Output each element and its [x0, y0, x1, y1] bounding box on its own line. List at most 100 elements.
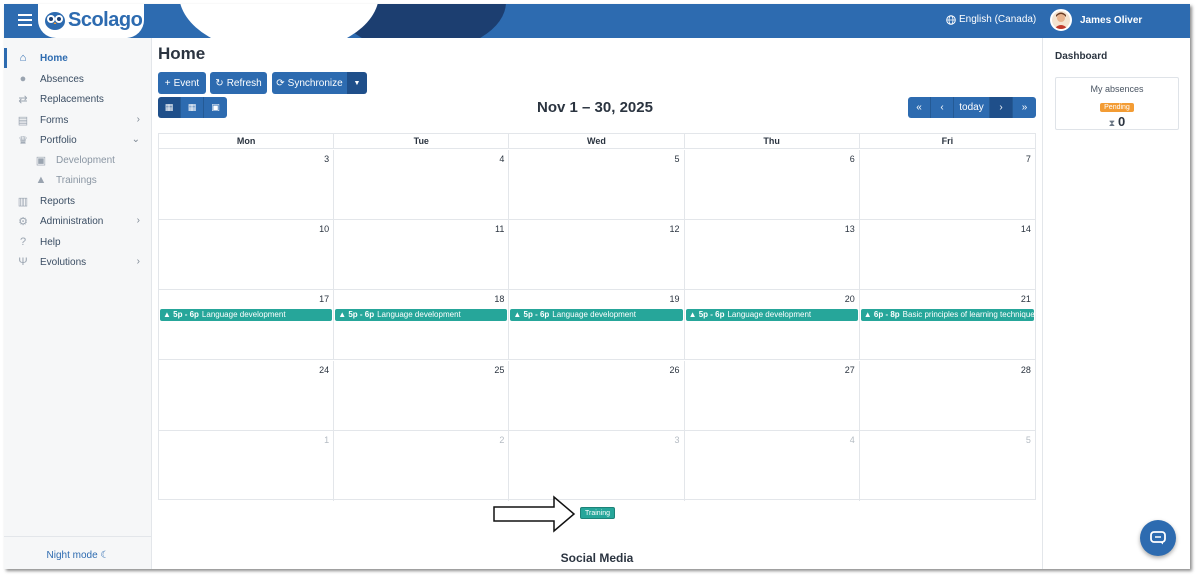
calendar-event[interactable]: ▲ 6p - 8p Basic principles of learning te…: [860, 309, 1034, 322]
calendar-day-cell[interactable]: 12: [509, 220, 685, 291]
day-number[interactable]: 10: [319, 224, 329, 234]
calendar-day-cell[interactable]: 5: [860, 431, 1035, 501]
day-number[interactable]: 5: [675, 154, 680, 164]
day-number[interactable]: 26: [670, 365, 680, 375]
day-number[interactable]: 2: [499, 435, 504, 445]
add-event-button[interactable]: + Event: [158, 72, 206, 94]
day-number[interactable]: 17: [319, 294, 329, 304]
day-number[interactable]: 20: [845, 294, 855, 304]
day-number[interactable]: 18: [494, 294, 504, 304]
calendar-day-cell[interactable]: 19 ▲ 5p - 6p Language development: [509, 290, 685, 361]
sidebar-item-label: Portfolio: [40, 134, 77, 146]
today-button[interactable]: today: [954, 97, 990, 118]
calendar-day-cell[interactable]: 2: [334, 430, 510, 501]
chevron-right-icon: ›: [136, 114, 140, 125]
calendar-day-cell[interactable]: 27: [685, 360, 860, 431]
calendar-day-cell[interactable]: 4: [334, 150, 510, 220]
day-view-button[interactable]: ▣: [204, 97, 227, 118]
day-number[interactable]: 21: [1021, 294, 1031, 304]
calendar-day-cell[interactable]: 17 ▲ 5p - 6p Language development: [159, 290, 335, 361]
graduation-cap-icon: ▲: [163, 310, 174, 320]
sidebar-item-absences[interactable]: ● Absences: [4, 69, 152, 89]
sidebar-item-administration[interactable]: ⚙ Administration ›: [4, 211, 152, 231]
day-number[interactable]: 3: [324, 154, 329, 164]
calendar-event[interactable]: ▲ 5p - 6p Language development: [160, 309, 333, 322]
previous-year-button[interactable]: «: [908, 97, 931, 118]
menu-icon[interactable]: [18, 14, 32, 26]
month-view-button[interactable]: ▦: [158, 97, 181, 118]
day-number[interactable]: 3: [675, 435, 680, 445]
chevron-left-icon: ‹: [940, 102, 944, 113]
language-selector[interactable]: English (Canada): [946, 14, 1036, 25]
calendar-day-cell[interactable]: 4: [685, 430, 860, 501]
chat-button[interactable]: [1140, 520, 1176, 556]
development-icon: ▣: [35, 154, 47, 167]
chevron-right-icon: ›: [136, 256, 140, 267]
calendar-day-cell[interactable]: 13: [685, 220, 860, 291]
calendar-day-cell[interactable]: 6: [685, 150, 860, 220]
week-view-button[interactable]: ▦: [181, 97, 204, 118]
day-number[interactable]: 27: [845, 365, 855, 375]
calendar-day-cell[interactable]: 25: [334, 360, 510, 431]
calendar-week-icon: ▦: [187, 102, 197, 113]
day-number[interactable]: 4: [850, 435, 855, 445]
synchronize-dropdown-button[interactable]: ▼: [347, 72, 367, 94]
replacements-icon: ⇄: [18, 93, 28, 106]
sidebar-item-home[interactable]: ⌂ Home: [4, 48, 152, 68]
day-number[interactable]: 13: [845, 224, 855, 234]
day-number[interactable]: 6: [850, 154, 855, 164]
chevron-right-icon: ›: [136, 215, 140, 226]
calendar-event[interactable]: ▲ 5p - 6p Language development: [685, 309, 858, 322]
day-number[interactable]: 12: [670, 224, 680, 234]
calendar-event[interactable]: ▲ 5p - 6p Language development: [335, 309, 508, 322]
next-month-button[interactable]: ›: [990, 97, 1013, 118]
calendar-day-cell[interactable]: 14: [860, 220, 1035, 290]
day-number[interactable]: 1: [324, 435, 329, 445]
refresh-button[interactable]: ↻ Refresh: [210, 72, 267, 94]
sidebar-item-replacements[interactable]: ⇄ Replacements: [4, 89, 152, 109]
sidebar-item-evolutions[interactable]: Ψ Evolutions ›: [4, 252, 152, 272]
dashboard-panel: Dashboard My absences Pending ⧗ 0: [1042, 38, 1190, 569]
calendar-day-cell[interactable]: 24: [159, 360, 335, 431]
sidebar-item-label: Home: [40, 52, 68, 64]
social-media-heading: Social Media: [560, 551, 634, 565]
night-mode-toggle[interactable]: Night mode ☾: [4, 550, 152, 561]
day-number[interactable]: 28: [1021, 365, 1031, 375]
calendar-day-cell[interactable]: 11: [334, 220, 510, 291]
calendar-day-cell[interactable]: 18 ▲ 5p - 6p Language development: [334, 290, 510, 361]
sidebar-item-forms[interactable]: ▤ Forms ›: [4, 110, 152, 130]
logo[interactable]: Scolago: [38, 4, 144, 38]
day-number[interactable]: 11: [495, 224, 504, 234]
previous-month-button[interactable]: ‹: [931, 97, 954, 118]
next-year-button[interactable]: »: [1013, 97, 1036, 118]
synchronize-button[interactable]: ⟳ Synchronize: [272, 72, 347, 94]
sidebar-item-trainings[interactable]: ▲ Trainings: [4, 170, 152, 190]
calendar-event[interactable]: ▲ 5p - 6p Language development: [510, 309, 683, 322]
help-icon: ?: [19, 236, 27, 248]
calendar-day-cell[interactable]: 26: [509, 360, 685, 431]
user-menu[interactable]: James Oliver: [1050, 9, 1142, 31]
sidebar-item-portfolio[interactable]: ♛ Portfolio ⌄: [4, 130, 152, 150]
day-number[interactable]: 19: [670, 294, 680, 304]
logo-text: Scolago: [68, 9, 143, 31]
calendar-day-cell[interactable]: 21 ▲ 6p - 8p Basic principles of learning …: [860, 290, 1035, 360]
calendar-day-cell[interactable]: 3: [509, 430, 685, 501]
sidebar-item-label: Administration: [40, 215, 104, 227]
calendar-day-cell[interactable]: 1: [159, 430, 335, 501]
day-number[interactable]: 25: [494, 365, 504, 375]
day-number[interactable]: 5: [1026, 435, 1031, 445]
calendar-day-cell[interactable]: 10: [159, 220, 335, 291]
day-number[interactable]: 24: [319, 365, 329, 375]
calendar-day-cell[interactable]: 3: [159, 150, 335, 220]
calendar-day-cell[interactable]: 7: [860, 150, 1035, 220]
calendar-day-cell[interactable]: 20 ▲ 5p - 6p Language development: [685, 290, 860, 361]
day-number[interactable]: 4: [499, 154, 504, 164]
sidebar-item-reports[interactable]: ▥ Reports: [4, 191, 152, 211]
day-number[interactable]: 7: [1026, 154, 1031, 164]
calendar-day-cell[interactable]: 28: [860, 361, 1035, 431]
my-absences-card[interactable]: My absences Pending ⧗ 0: [1055, 77, 1179, 130]
sidebar-item-development[interactable]: ▣ Development: [4, 150, 152, 170]
sidebar-item-help[interactable]: ? Help: [4, 232, 152, 252]
day-number[interactable]: 14: [1021, 224, 1031, 234]
calendar-day-cell[interactable]: 5: [509, 150, 685, 220]
